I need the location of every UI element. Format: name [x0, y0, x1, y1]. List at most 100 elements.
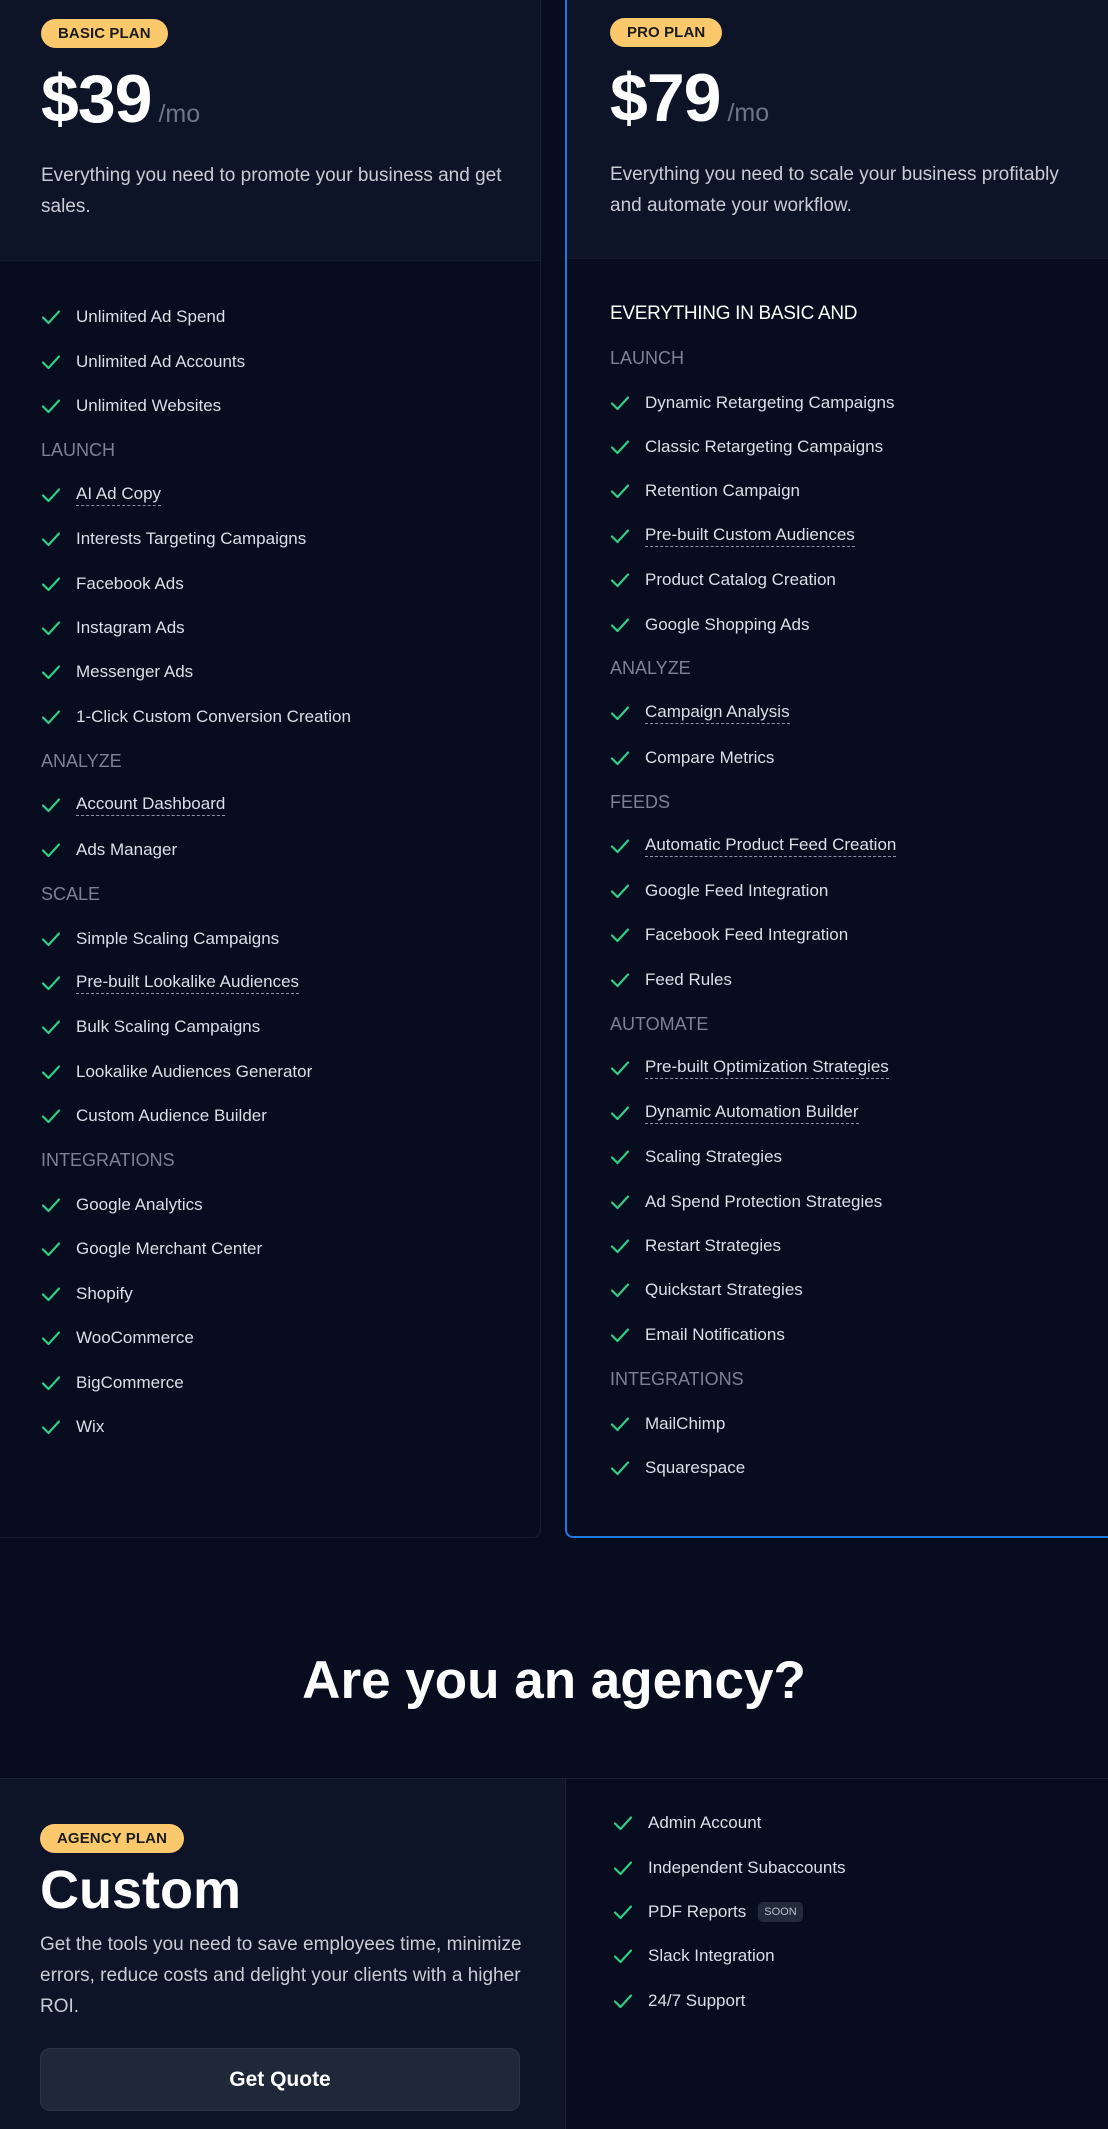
feature-label: Google Merchant Center — [76, 1239, 263, 1259]
feature-label: Feed Rules — [645, 969, 732, 989]
feature-label: Restart Strategies — [645, 1236, 782, 1255]
feature-tooltip-label[interactable]: AI Ad Copy — [76, 484, 162, 506]
feature-item: MailChimp — [610, 1401, 1108, 1445]
feature-item: Independent Subaccounts — [613, 1845, 1108, 1889]
check-icon — [610, 925, 630, 945]
check-icon — [610, 1103, 630, 1123]
feature-item: Lookalike Audiences Generator — [41, 1050, 540, 1094]
feature-section-label: INTEGRATIONS — [41, 1150, 175, 1171]
feature-label: Ad Spend Protection Strategies — [645, 1191, 883, 1211]
feature-item: Pre-built Custom Audiences — [610, 514, 1108, 558]
agency-plan-card: AGENCY PLAN Custom Get the tools you nee… — [0, 1778, 1108, 2129]
feature-tooltip-label[interactable]: Pre-built Custom Audiences — [645, 525, 855, 547]
feature-label: Classic Retargeting Campaigns — [645, 436, 884, 456]
feature-item: Dynamic Automation Builder — [610, 1091, 1108, 1135]
check-icon — [41, 618, 61, 638]
feature-item: Unlimited Websites — [41, 384, 540, 428]
feature-label: Dynamic Retargeting Campaigns — [645, 392, 895, 412]
feature-item: Admin Account — [613, 1801, 1108, 1845]
feature-label: Independent Subaccounts — [648, 1857, 846, 1877]
plan-description: Everything you need to scale your busine… — [610, 164, 1059, 216]
check-icon — [610, 703, 630, 723]
feature-item: Facebook Feed Integration — [610, 913, 1108, 957]
feature-item: Email Notifications — [610, 1313, 1108, 1357]
feature-item: BigCommerce — [41, 1360, 540, 1404]
feature-item: Google Analytics — [41, 1183, 540, 1227]
feature-label: Messenger Ads — [76, 662, 194, 682]
price-period: /mo — [727, 99, 770, 127]
check-icon — [610, 1147, 630, 1167]
feature-item: Compare Metrics — [610, 736, 1108, 780]
basic-plan-header: BASIC PLAN $39 /mo Everything you need t… — [0, 0, 540, 261]
feature-item: Ad Spend Protection Strategies — [610, 1179, 1108, 1223]
feature-item: AI Ad Copy — [41, 473, 540, 517]
plan-description: Everything you need to promote your busi… — [41, 165, 502, 217]
feature-tooltip-label[interactable]: Automatic Product Feed Creation — [645, 835, 897, 858]
plan-badge: PRO PLAN — [610, 18, 723, 47]
check-icon — [41, 795, 61, 815]
agency-heading: Are you an agency? — [302, 1651, 806, 1710]
soon-badge: SOON — [758, 1901, 803, 1922]
feature-label: Google Shopping Ads — [645, 614, 810, 634]
feature-item: Shopify — [41, 1272, 540, 1316]
feature-label: Compare Metrics — [645, 747, 775, 767]
check-icon — [610, 481, 630, 501]
price-period: /mo — [158, 100, 201, 128]
feature-item: Retention Campaign — [610, 469, 1108, 513]
price-row: $79 /mo — [610, 63, 1108, 133]
feature-item: Classic Retargeting Campaigns — [610, 425, 1108, 469]
feature-label: Scaling Strategies — [645, 1147, 783, 1167]
feature-tooltip-label[interactable]: Pre-built Lookalike Audiences — [76, 972, 300, 995]
check-icon — [41, 840, 61, 860]
feature-item: Custom Audience Builder — [41, 1094, 540, 1138]
feature-item: Account Dashboard — [41, 783, 540, 827]
check-icon — [41, 485, 61, 505]
feature-item: Google Shopping Ads — [610, 602, 1108, 646]
feature-item: Unlimited Ad Spend — [41, 295, 540, 339]
feature-item: Unlimited Ad Accounts — [41, 339, 540, 383]
check-icon — [610, 570, 630, 590]
check-icon — [610, 748, 630, 768]
check-icon — [613, 1858, 633, 1878]
check-icon — [610, 970, 630, 990]
feature-label: Google Analytics — [76, 1195, 203, 1214]
feature-item: Feed Rules — [610, 957, 1108, 1001]
feature-item: Pre-built Optimization Strategies — [610, 1046, 1108, 1090]
feature-list: Admin Account Independent Subaccounts PDF … — [566, 1779, 1108, 2129]
check-icon — [610, 1192, 630, 1212]
feature-tooltip-label[interactable]: Dynamic Automation Builder — [645, 1102, 859, 1124]
feature-section-label: FEEDS — [610, 791, 671, 812]
feature-item: Simple Scaling Campaigns — [41, 916, 540, 960]
feature-section-label: ANALYZE — [41, 750, 122, 771]
feature-label: Product Catalog Creation — [645, 570, 836, 590]
feature-item: Google Merchant Center — [41, 1227, 540, 1271]
feature-label: Quickstart Strategies — [645, 1280, 803, 1300]
feature-item: Restart Strategies — [610, 1224, 1108, 1268]
feature-group-heading: EVERYTHING IN BASIC AND — [610, 303, 858, 324]
feature-item: Messenger Ads — [41, 650, 540, 694]
feature-tooltip-label[interactable]: Campaign Analysis — [645, 702, 790, 725]
check-icon — [41, 1417, 61, 1437]
feature-item: Campaign Analysis — [610, 691, 1108, 735]
feature-label: WooCommerce — [76, 1328, 194, 1348]
feature-label: Ads Manager — [76, 839, 178, 859]
feature-section-label: LAUNCH — [41, 439, 116, 460]
basic-plan-card: BASIC PLAN $39 /mo Everything you need t… — [0, 0, 541, 1538]
check-icon — [610, 526, 630, 546]
feature-label: BigCommerce — [76, 1372, 184, 1392]
feature-label: Admin Account — [648, 1813, 762, 1833]
feature-list: Unlimited Ad Spend Unlimited Ad Accounts U… — [0, 261, 540, 1449]
get-quote-button[interactable]: Get Quote — [40, 2048, 520, 2111]
feature-item: Quickstart Strategies — [610, 1268, 1108, 1312]
feature-list: EVERYTHING IN BASIC AND LAUNCH Dynamic Ret… — [567, 259, 1108, 1490]
feature-item: WooCommerce — [41, 1316, 540, 1360]
check-icon — [41, 929, 61, 949]
check-icon — [41, 973, 61, 993]
check-icon — [41, 1284, 61, 1304]
feature-item: Product Catalog Creation — [610, 558, 1108, 602]
feature-tooltip-label[interactable]: Pre-built Optimization Strategies — [645, 1057, 889, 1080]
feature-tooltip-label[interactable]: Account Dashboard — [76, 794, 226, 817]
plan-price: Custom — [40, 1860, 241, 1920]
feature-label: Squarespace — [645, 1457, 746, 1477]
check-icon — [613, 1902, 633, 1922]
